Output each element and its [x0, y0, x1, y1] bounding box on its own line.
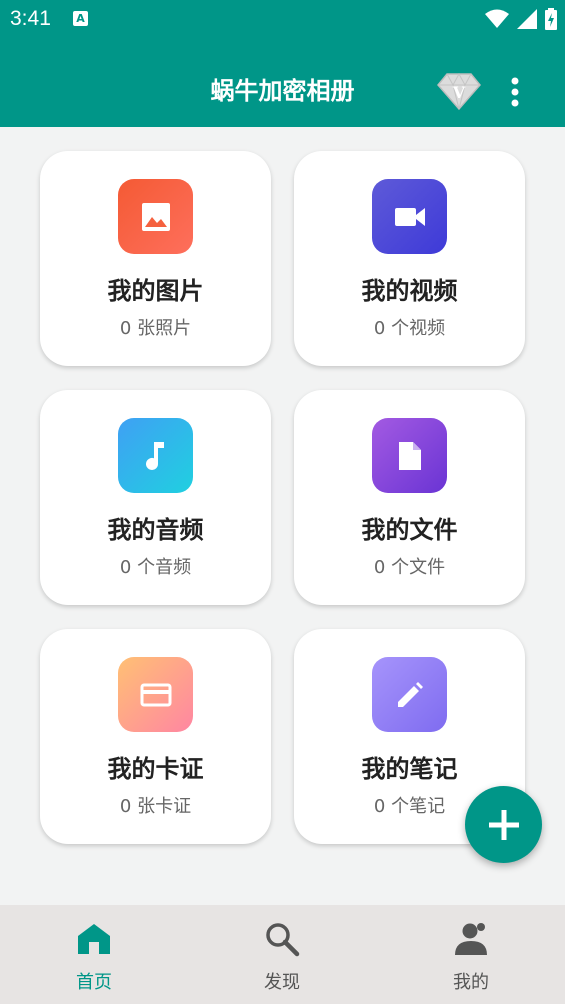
music-note-icon — [145, 441, 164, 470]
card-subtitle: 0 个视频 — [373, 318, 446, 339]
card-title: 我的卡证 — [107, 755, 204, 783]
card-icon — [140, 683, 171, 706]
signal-icon — [517, 9, 537, 29]
notification-icon: A — [73, 11, 88, 26]
card-title: 我的文件 — [361, 516, 458, 544]
nav-home-label: 首页 — [76, 972, 112, 993]
card-icon-box — [118, 179, 193, 254]
card-icon-box — [372, 418, 447, 493]
person-icon — [455, 923, 487, 955]
nav-mine[interactable]: 我的 — [377, 905, 565, 1004]
card-icon-box — [118, 418, 193, 493]
card-audio[interactable]: 我的音频 0 个音频 — [40, 390, 271, 605]
edit-icon — [397, 681, 423, 707]
add-fab-button[interactable] — [465, 786, 542, 863]
card-cards[interactable]: 我的卡证 0 张卡证 — [40, 629, 271, 844]
card-subtitle: 0 个文件 — [373, 557, 446, 578]
bottom-nav: 首页 发现 我的 — [0, 905, 565, 1004]
card-title: 我的视频 — [361, 277, 458, 305]
card-photos[interactable]: 我的图片 0 张照片 — [40, 151, 271, 366]
nav-discover[interactable]: 发现 — [188, 905, 376, 1004]
battery-icon — [545, 8, 557, 30]
card-subtitle: 0 张卡证 — [119, 796, 192, 817]
card-icon-box — [118, 657, 193, 732]
file-icon — [398, 441, 421, 470]
vip-diamond-icon[interactable]: V — [437, 71, 481, 111]
card-icon-box — [372, 657, 447, 732]
card-title: 我的图片 — [107, 277, 204, 305]
card-title: 我的音频 — [107, 516, 204, 544]
app-bar: 蜗牛加密相册 V — [0, 38, 565, 127]
plus-icon — [488, 809, 519, 840]
card-icon-box — [372, 179, 447, 254]
card-title: 我的笔记 — [361, 755, 458, 783]
videocam-icon — [394, 207, 425, 226]
vip-letter: V — [452, 83, 466, 102]
nav-discover-label: 发现 — [264, 972, 300, 993]
search-icon — [266, 923, 300, 957]
nav-home[interactable]: 首页 — [0, 905, 188, 1004]
card-videos[interactable]: 我的视频 0 个视频 — [294, 151, 525, 366]
home-icon — [78, 924, 110, 954]
status-icons — [485, 8, 557, 30]
more-vert-icon[interactable] — [503, 76, 527, 108]
status-time: 3:41 — [10, 7, 51, 30]
image-icon — [141, 202, 170, 231]
card-subtitle: 0 张照片 — [119, 318, 192, 339]
wifi-icon — [485, 9, 509, 28]
status-bar: 3:41 A — [0, 0, 565, 38]
nav-mine-label: 我的 — [453, 972, 489, 993]
card-subtitle: 0 个音频 — [119, 557, 192, 578]
card-files[interactable]: 我的文件 0 个文件 — [294, 390, 525, 605]
